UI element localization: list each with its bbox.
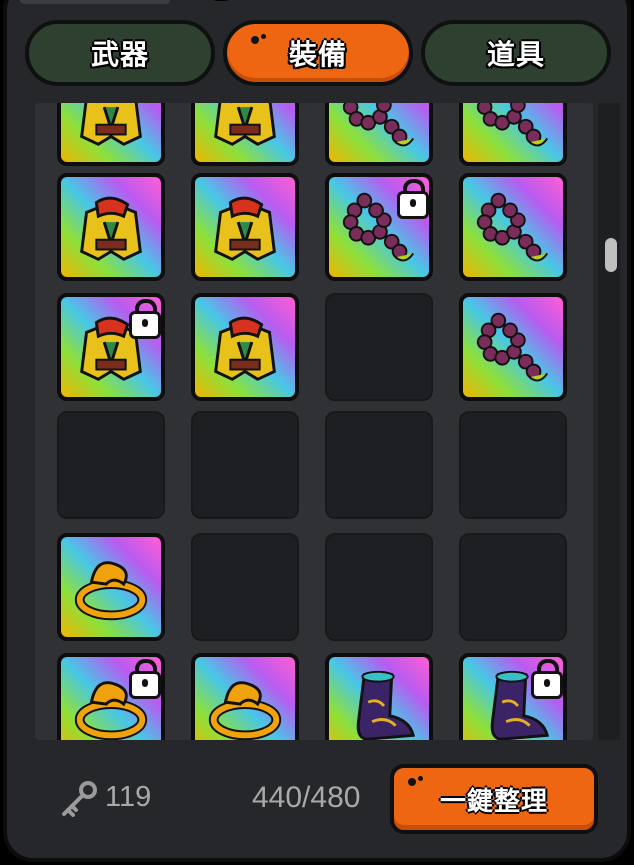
lock-icon [397,179,429,219]
empty-slot[interactable] [57,411,165,519]
scrollbar-thumb[interactable] [605,238,617,272]
equipment-slot-beads[interactable] [459,173,567,281]
header-title-bar [20,0,170,4]
equipment-slot-ring[interactable] [191,653,299,740]
panel-header-fragment [0,0,260,6]
equipment-slot-boots[interactable] [459,653,567,740]
lock-icon [531,659,563,699]
empty-slot[interactable] [459,533,567,641]
equipment-slot-armor[interactable] [191,103,299,166]
equipment-slot-ring[interactable] [57,653,165,740]
auto-sort-label: 一鍵整理 [439,786,548,817]
empty-slot[interactable] [459,411,567,519]
equipment-slot-armor[interactable] [57,103,165,166]
inventory-capacity: 440/480 [252,781,361,814]
key-count: 119 [105,781,152,813]
equipment-slot-beads[interactable] [459,103,567,166]
key-icon [62,781,97,817]
tab-label: 武器 [90,38,149,71]
category-tabs: 武器 裝備 道具 [25,20,611,90]
tab-items[interactable]: 道具 [421,20,611,86]
inventory-grid[interactable] [35,103,593,740]
empty-slot[interactable] [191,411,299,519]
equipment-slot-armor[interactable] [57,293,165,401]
armor-icon [201,183,289,271]
shine-dots-icon [408,776,428,786]
equipment-slot-boots[interactable] [325,653,433,740]
tab-label: 道具 [486,38,545,71]
empty-slot[interactable] [191,533,299,641]
armor-icon [201,303,289,391]
equipment-slot-armor[interactable] [191,293,299,401]
tab-label: 裝備 [288,38,347,71]
beads-icon [469,103,557,156]
equipment-slot-armor[interactable] [57,173,165,281]
ring-icon [201,663,289,740]
beads-icon [469,183,557,271]
lock-icon [129,659,161,699]
empty-slot[interactable] [325,293,433,401]
equipment-slot-ring[interactable] [57,533,165,641]
equipment-slot-beads[interactable] [325,173,433,281]
empty-slot[interactable] [325,533,433,641]
equipment-slot-beads[interactable] [325,103,433,166]
tab-weapons[interactable]: 武器 [25,20,215,86]
ring-icon [67,543,155,631]
equipment-slot-armor[interactable] [191,173,299,281]
armor-icon [67,183,155,271]
help-icon[interactable] [200,0,242,1]
scrollbar-track[interactable] [598,103,620,740]
boots-icon [335,663,423,740]
armor-icon [67,103,155,156]
beads-icon [335,103,423,156]
empty-slot[interactable] [325,411,433,519]
armor-icon [201,103,289,156]
beads-icon [469,303,557,391]
auto-sort-button[interactable]: 一鍵整理 [390,764,598,834]
lock-icon [129,299,161,339]
shine-dots-icon [251,34,271,44]
equipment-slot-beads[interactable] [459,293,567,401]
tab-equipment[interactable]: 裝備 [223,20,413,86]
